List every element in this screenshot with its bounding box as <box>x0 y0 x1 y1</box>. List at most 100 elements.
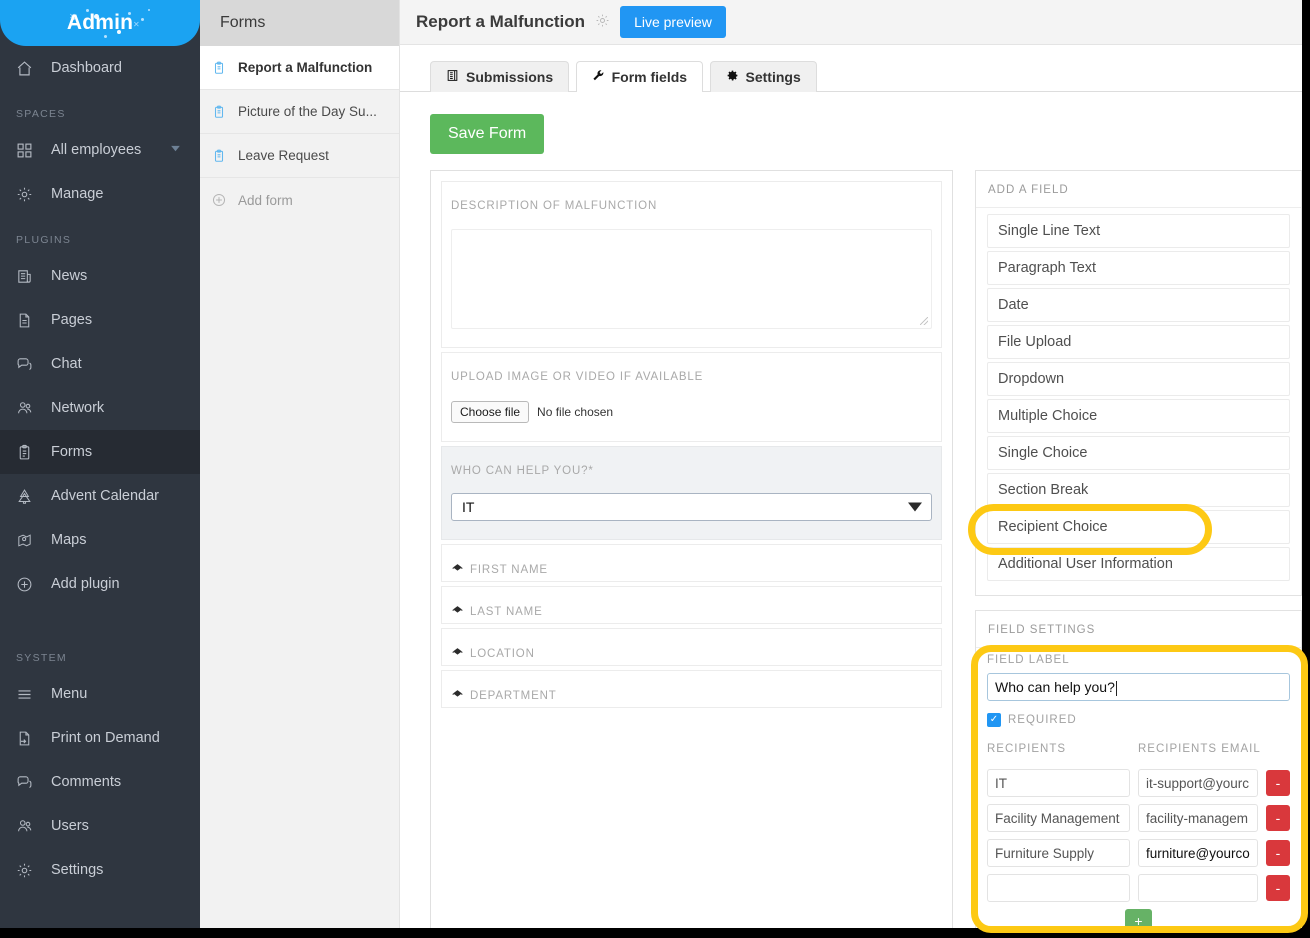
form-field-description[interactable]: DESCRIPTION OF MALFUNCTION <box>441 181 942 348</box>
save-form-button[interactable]: Save Form <box>430 114 545 154</box>
form-field-label: DESCRIPTION OF MALFUNCTION <box>451 200 658 212</box>
field-settings-panel: FIELD SETTINGS FIELD LABEL Who can help … <box>975 610 1302 938</box>
field-option-section-break[interactable]: Section Break <box>987 473 1290 507</box>
live-preview-button[interactable]: Live preview <box>620 6 726 38</box>
gear-icon[interactable] <box>595 13 610 31</box>
sidebar-item-add-plugin[interactable]: Add plugin <box>0 562 200 606</box>
sidebar-item-print-on-demand[interactable]: Print on Demand <box>0 716 200 760</box>
sidebar-item-news[interactable]: News <box>0 254 200 298</box>
network-icon <box>16 399 42 417</box>
tab-settings[interactable]: Settings <box>709 61 817 92</box>
form-list-item-picture-of-the-day[interactable]: Picture of the Day Su... <box>200 90 399 134</box>
required-checkbox[interactable]: ✓ <box>987 713 1001 727</box>
field-option-dropdown[interactable]: Dropdown <box>987 362 1290 396</box>
sidebar-item-comments[interactable]: Comments <box>0 760 200 804</box>
add-form-label: Add form <box>238 192 293 208</box>
field-option-file-upload[interactable]: File Upload <box>987 325 1290 359</box>
user-info-icon <box>452 648 463 655</box>
form-field-last-name[interactable]: LAST NAME <box>441 586 942 624</box>
add-form-button[interactable]: Add form <box>200 178 399 222</box>
recipient-email-input[interactable]: facility-managem <box>1138 804 1258 832</box>
sidebar-item-label: Pages <box>51 312 93 328</box>
form-field-upload[interactable]: UPLOAD IMAGE OR VIDEO IF AVAILABLE Choos… <box>441 352 942 442</box>
add-a-field-panel: ADD A FIELD Single Line Text Paragraph T… <box>975 170 1302 596</box>
clipboard-icon <box>212 105 234 119</box>
admin-logo[interactable]: ✕ ✕ Admin <box>0 0 200 46</box>
sidebar-item-network[interactable]: Network <box>0 386 200 430</box>
recipient-name-input[interactable]: IT <box>987 769 1130 797</box>
remove-recipient-button[interactable]: - <box>1266 770 1290 796</box>
add-a-field-options: Single Line Text Paragraph Text Date Fil… <box>976 208 1301 595</box>
form-field-label: LOCATION <box>470 647 535 660</box>
recipients-email-caption: RECIPIENTS EMAIL <box>1138 743 1261 755</box>
logo-area: ✕ ✕ Admin <box>0 0 200 46</box>
field-label-input[interactable]: Who can help you? <box>987 673 1290 701</box>
form-field-label-row: FIRST NAME <box>451 563 932 576</box>
plus-circle-icon <box>16 576 42 593</box>
field-option-single-line-text[interactable]: Single Line Text <box>987 214 1290 248</box>
form-field-first-name[interactable]: FIRST NAME <box>441 544 942 582</box>
sidebar-item-label: Menu <box>51 686 88 702</box>
form-field-label: FIRST NAME <box>470 563 548 576</box>
gear-icon <box>16 186 42 203</box>
sidebar-item-pages[interactable]: Pages <box>0 298 200 342</box>
recipient-name-input[interactable]: Facility Management <box>987 804 1130 832</box>
sidebar-item-manage[interactable]: Manage <box>0 172 200 216</box>
grid-icon <box>16 142 42 159</box>
form-field-who-can-help-you[interactable]: WHO CAN HELP YOU?* IT <box>441 446 942 540</box>
field-option-recipient-choice[interactable]: Recipient Choice <box>987 510 1290 544</box>
form-field-label: UPLOAD IMAGE OR VIDEO IF AVAILABLE <box>451 371 704 383</box>
tab-form-fields[interactable]: Form fields <box>575 61 704 93</box>
field-settings-title: FIELD SETTINGS <box>976 611 1301 648</box>
forms-list-column: Forms Report a Malfunction Picture of th… <box>200 0 400 928</box>
tab-submissions[interactable]: Submissions <box>430 61 570 92</box>
field-option-date[interactable]: Date <box>987 288 1290 322</box>
sidebar-group-system: SYSTEM <box>16 652 67 664</box>
required-checkbox-row[interactable]: ✓ REQUIRED <box>987 713 1290 727</box>
remove-recipient-button[interactable]: - <box>1266 875 1290 901</box>
field-option-multiple-choice[interactable]: Multiple Choice <box>987 399 1290 433</box>
recipient-dropdown[interactable]: IT <box>451 493 932 521</box>
field-option-single-choice[interactable]: Single Choice <box>987 436 1290 470</box>
remove-recipient-button[interactable]: - <box>1266 840 1290 866</box>
gear-icon <box>726 69 739 85</box>
form-field-department[interactable]: DEPARTMENT <box>441 670 942 708</box>
form-field-label-row: LAST NAME <box>451 605 932 618</box>
sidebar-item-dashboard[interactable]: Dashboard <box>0 46 200 90</box>
recipient-name-input[interactable] <box>987 874 1130 902</box>
tab-bar: Submissions Form fields Settings <box>400 45 1302 93</box>
chevron-down-icon[interactable] <box>169 142 182 159</box>
description-textarea[interactable] <box>451 229 932 329</box>
user-info-icon <box>452 606 463 613</box>
sidebar-item-chat[interactable]: Chat <box>0 342 200 386</box>
sidebar-item-advent-calendar[interactable]: Advent Calendar <box>0 474 200 518</box>
form-list-item-report-a-malfunction[interactable]: Report a Malfunction <box>200 46 399 90</box>
sidebar-item-all-employees[interactable]: All employees <box>0 128 200 172</box>
sidebar-item-label: All employees <box>51 142 142 158</box>
sidebar-item-settings[interactable]: Settings <box>0 848 200 892</box>
form-field-location[interactable]: LOCATION <box>441 628 942 666</box>
field-option-additional-user-information[interactable]: Additional User Information <box>987 547 1290 581</box>
user-info-icon <box>452 564 463 571</box>
recipient-dropdown-value: IT <box>451 493 932 521</box>
plus-circle-icon <box>212 193 234 207</box>
field-option-paragraph-text[interactable]: Paragraph Text <box>987 251 1290 285</box>
recipient-email-input[interactable]: furniture@yourco <box>1138 839 1258 867</box>
choose-file-button[interactable]: Choose file <box>451 401 530 423</box>
remove-recipient-button[interactable]: - <box>1266 805 1290 831</box>
form-list-item-leave-request[interactable]: Leave Request <box>200 134 399 178</box>
recipient-name-input[interactable]: Furniture Supply <box>987 839 1130 867</box>
recipient-email-input[interactable] <box>1138 874 1258 902</box>
sidebar-item-label: Dashboard <box>51 60 122 76</box>
sidebar-item-forms[interactable]: Forms <box>0 430 200 474</box>
form-builder-content: Save Form DESCRIPTION OF MALFUNCTION UPL… <box>400 92 1302 938</box>
tab-label: Form fields <box>611 69 688 85</box>
recipient-email-input[interactable]: it-support@yourc <box>1138 769 1258 797</box>
form-canvas: DESCRIPTION OF MALFUNCTION UPLOAD IMAGE … <box>430 170 953 938</box>
sidebar-item-users[interactable]: Users <box>0 804 200 848</box>
map-pin-icon <box>16 532 42 549</box>
recipient-row: Furniture Supply furniture@yourco - <box>987 839 1290 867</box>
sidebar-item-menu[interactable]: Menu <box>0 672 200 716</box>
sidebar-item-maps[interactable]: Maps <box>0 518 200 562</box>
